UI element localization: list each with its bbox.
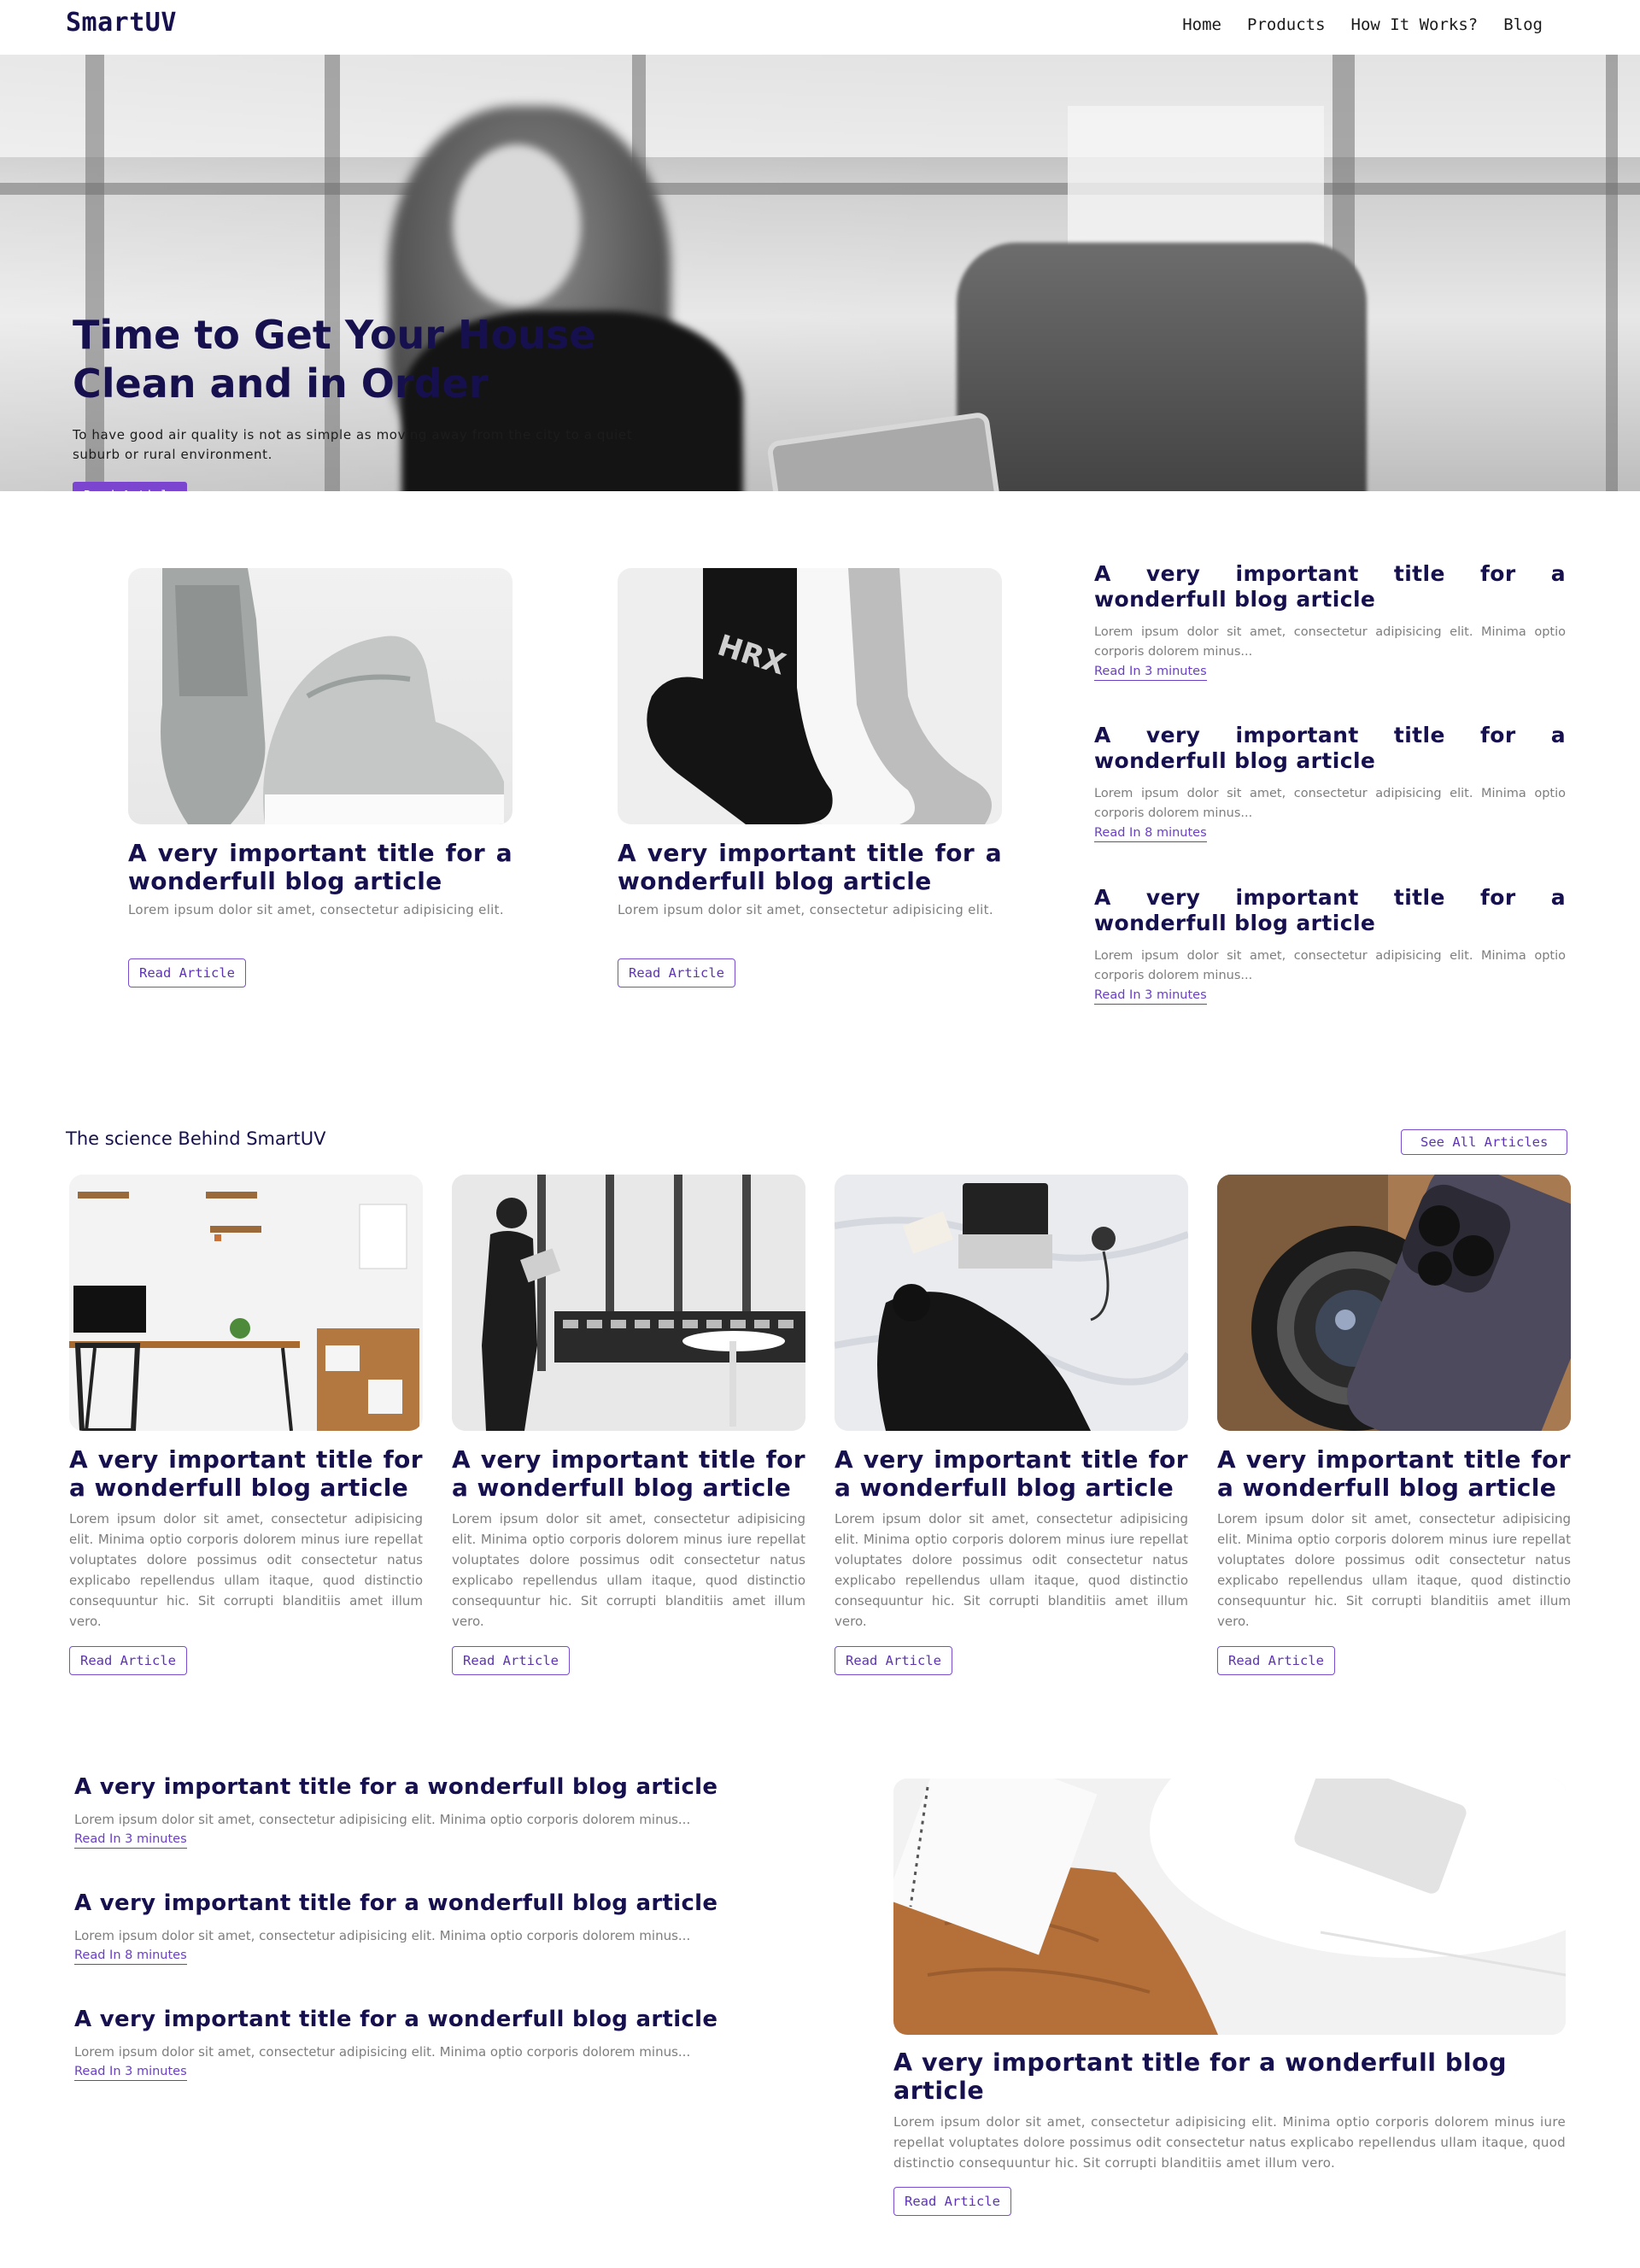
article-card: A very important title for a wonderfull … — [835, 1175, 1188, 1675]
list-article-excerpt: Lorem ipsum dolor sit amet, consectetur … — [74, 1928, 691, 1943]
bed-workspace-photo[interactable] — [835, 1175, 1188, 1431]
top-navbar: SmartUV Home Products How It Works? Blog — [0, 0, 1640, 55]
notebook-leather-photo[interactable] — [893, 1779, 1566, 2035]
side-article-title[interactable]: A very important title for a wonderfull … — [1094, 723, 1566, 774]
article-card-excerpt: Lorem ipsum dolor sit amet, consectetur … — [69, 1511, 423, 1629]
article-card-title[interactable]: A very important title for a wonderfull … — [69, 1445, 423, 1502]
article-card-title[interactable]: A very important title for a wonderfull … — [1217, 1445, 1571, 1502]
hero-content: Time to Get Your House Clean and in Orde… — [73, 311, 653, 491]
side-article-item: A very important title for a wonderfull … — [1094, 723, 1566, 842]
list-article-item: A very important title for a wonderfull … — [74, 2007, 758, 2081]
article-card-excerpt: Lorem ipsum dolor sit amet, consectetur … — [835, 1511, 1188, 1629]
nav-link-blog[interactable]: Blog — [1503, 15, 1543, 34]
large-article-card: A very important title for a wonderfull … — [893, 1779, 1566, 2216]
nav-link-how-it-works[interactable]: How It Works? — [1351, 15, 1479, 34]
camera-and-phone-photo[interactable] — [1217, 1175, 1571, 1431]
article-card: A very important title for a wonderfull … — [69, 1175, 423, 1675]
article-card-read-article-button[interactable]: Read Article — [1217, 1646, 1335, 1675]
list-article-title[interactable]: A very important title for a wonderfull … — [74, 1890, 758, 1916]
hero-description: To have good air quality is not as simpl… — [73, 427, 633, 462]
nav-links: Home Products How It Works? Blog — [1182, 15, 1543, 34]
article-card-read-article-button[interactable]: Read Article — [835, 1646, 952, 1675]
list-article-excerpt: Lorem ipsum dolor sit amet, consectetur … — [74, 2044, 691, 2060]
nav-link-products[interactable]: Products — [1247, 15, 1326, 34]
sneaker-photo[interactable] — [128, 568, 512, 824]
see-all-articles-button[interactable]: See All Articles — [1401, 1129, 1568, 1155]
hero-title-line-2: Clean and in Order — [73, 360, 489, 407]
article-card-excerpt: Lorem ipsum dolor sit amet, consectetur … — [1217, 1511, 1571, 1629]
featured-card-read-article-button[interactable]: Read Article — [128, 958, 246, 987]
read-time-link[interactable]: Read In 3 minutes — [74, 1831, 187, 1849]
list-article-title[interactable]: A very important title for a wonderfull … — [74, 1774, 758, 1800]
featured-card-excerpt: Lorem ipsum dolor sit amet, consectetur … — [128, 902, 504, 917]
side-article-excerpt: Lorem ipsum dolor sit amet, consectetur … — [1094, 787, 1566, 820]
article-card: A very important title for a wonderfull … — [452, 1175, 805, 1675]
featured-card-title[interactable]: A very important title for a wonderfull … — [618, 839, 1002, 895]
site-logo[interactable]: SmartUV — [66, 8, 177, 38]
side-article-title[interactable]: A very important title for a wonderfull … — [1094, 885, 1566, 936]
side-article-item: A very important title for a wonderfull … — [1094, 561, 1566, 681]
large-article-read-article-button[interactable]: Read Article — [893, 2187, 1011, 2216]
read-time-link[interactable]: Read In 8 minutes — [74, 1947, 187, 1965]
read-time-link[interactable]: Read In 3 minutes — [1094, 987, 1207, 1005]
nav-link-home[interactable]: Home — [1182, 15, 1221, 34]
featured-card-title[interactable]: A very important title for a wonderfull … — [128, 839, 512, 895]
large-article-title[interactable]: A very important title for a wonderfull … — [893, 2048, 1566, 2105]
socks-photo[interactable]: HRX — [618, 568, 1002, 824]
list-article-title[interactable]: A very important title for a wonderfull … — [74, 2007, 758, 2032]
side-article-excerpt: Lorem ipsum dolor sit amet, consectetur … — [1094, 625, 1566, 659]
side-article-excerpt: Lorem ipsum dolor sit amet, consectetur … — [1094, 949, 1566, 982]
list-article-excerpt: Lorem ipsum dolor sit amet, consectetur … — [74, 1812, 691, 1827]
article-card-title[interactable]: A very important title for a wonderfull … — [452, 1445, 805, 1502]
woman-with-laptop-photo[interactable] — [452, 1175, 805, 1431]
read-time-link[interactable]: Read In 3 minutes — [1094, 663, 1207, 681]
section-heading: The science Behind SmartUV — [66, 1128, 326, 1149]
list-article-item: A very important title for a wonderfull … — [74, 1890, 758, 1965]
featured-card-excerpt: Lorem ipsum dolor sit amet, consectetur … — [618, 902, 993, 917]
hero-banner: Time to Get Your House Clean and in Orde… — [0, 55, 1640, 491]
hero-title-line-1: Time to Get Your House — [73, 312, 596, 358]
side-article-title[interactable]: A very important title for a wonderfull … — [1094, 561, 1566, 612]
article-card-read-article-button[interactable]: Read Article — [69, 1646, 187, 1675]
read-time-link[interactable]: Read In 8 minutes — [1094, 824, 1207, 842]
hero-read-article-button[interactable]: Read Article — [73, 482, 188, 491]
article-card-read-article-button[interactable]: Read Article — [452, 1646, 570, 1675]
office-desk-photo[interactable] — [69, 1175, 423, 1431]
list-article-item: A very important title for a wonderfull … — [74, 1774, 758, 1849]
hero-title: Time to Get Your House Clean and in Orde… — [73, 311, 653, 408]
read-time-link[interactable]: Read In 3 minutes — [74, 2063, 187, 2081]
article-card: A very important title for a wonderfull … — [1217, 1175, 1571, 1675]
article-card-title[interactable]: A very important title for a wonderfull … — [835, 1445, 1188, 1502]
article-card-excerpt: Lorem ipsum dolor sit amet, consectetur … — [452, 1511, 805, 1629]
featured-card-read-article-button[interactable]: Read Article — [618, 958, 735, 987]
side-article-item: A very important title for a wonderfull … — [1094, 885, 1566, 1005]
large-article-excerpt: Lorem ipsum dolor sit amet, consectetur … — [893, 2114, 1566, 2171]
